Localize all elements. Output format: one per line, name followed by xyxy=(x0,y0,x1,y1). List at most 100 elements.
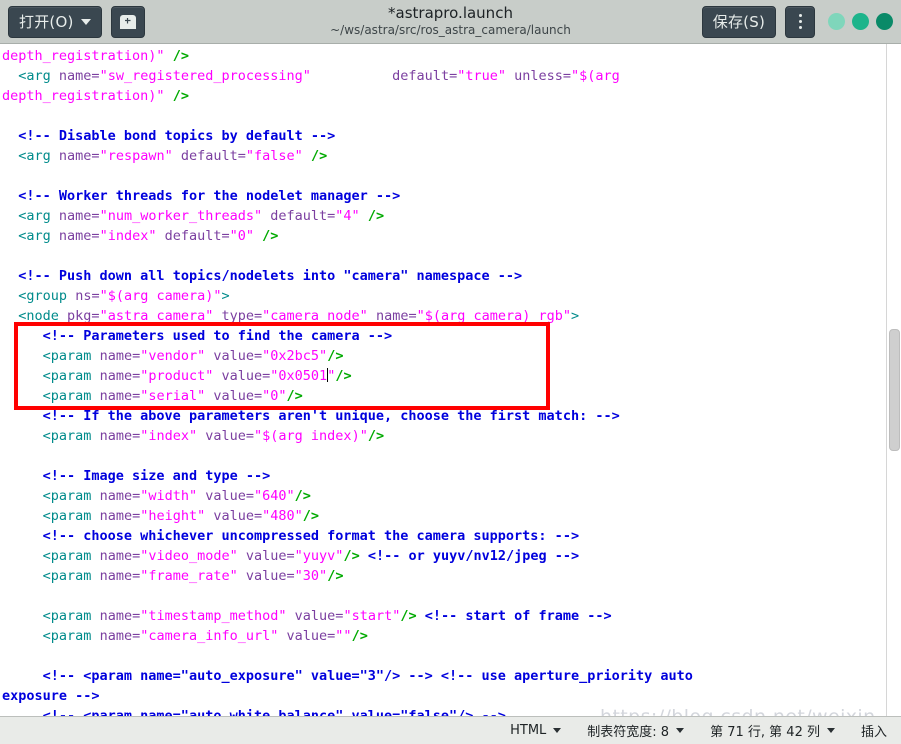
overflow-menu-button[interactable] xyxy=(785,5,815,38)
code-line: <arg name="num_worker_threads" default="… xyxy=(2,206,901,226)
code-token: <!-- Push down all topics/nodelets into … xyxy=(18,268,523,284)
open-button[interactable]: 打开(O) xyxy=(8,5,102,38)
close-window-dot[interactable] xyxy=(876,13,893,30)
code-token: /> xyxy=(351,628,368,644)
save-button[interactable]: 保存(S) xyxy=(701,5,776,38)
code-token: "camera_info_url" xyxy=(140,628,279,644)
code-token: value= xyxy=(213,388,263,404)
code-token: "$(arg camera)_rgb" xyxy=(416,308,572,324)
code-token: value= xyxy=(213,348,263,364)
code-token: <!-- Disable bond topics by default --> xyxy=(18,128,336,144)
code-line: <param name="vendor" value="0x2bc5"/> xyxy=(2,346,901,366)
code-token: value= xyxy=(205,488,255,504)
code-token: pkg= xyxy=(67,308,100,324)
code-token: /> xyxy=(327,568,344,584)
code-token: <param xyxy=(42,488,92,504)
titlebar-right-controls: 保存(S) xyxy=(701,5,893,38)
minimize-window-dot[interactable] xyxy=(828,13,845,30)
tab-width-selector[interactable]: 制表符宽度: 8 xyxy=(587,721,685,740)
code-token: default= xyxy=(164,228,230,244)
code-line: <!-- Disable bond topics by default --> xyxy=(2,126,901,146)
code-token: <!-- start of frame --> xyxy=(424,608,612,624)
code-token: <!-- Image size and type --> xyxy=(42,468,271,484)
code-token: <!-- Parameters used to find the camera … xyxy=(42,328,393,344)
cursor-position-selector[interactable]: 第 71 行, 第 42 列 xyxy=(710,721,835,740)
vertical-scrollbar[interactable] xyxy=(886,44,901,716)
code-token: <param xyxy=(42,608,92,624)
code-token: unless= xyxy=(514,68,572,84)
code-token: /> xyxy=(172,88,189,104)
code-token: /> xyxy=(262,228,279,244)
code-token: name= xyxy=(58,68,100,84)
code-token: name= xyxy=(99,608,141,624)
code-token: "video_mode" xyxy=(140,548,238,564)
code-line: <param name="frame_rate" value="30"/> xyxy=(2,566,901,586)
code-token: <!-- <param name="auto_white_balance" va… xyxy=(42,708,506,716)
code-token: "false" xyxy=(245,148,303,164)
editor-area[interactable]: depth_registration)" /> <arg name="sw_re… xyxy=(0,44,901,716)
code-token: "$(arg xyxy=(571,68,620,84)
code-line: exposure --> xyxy=(2,686,901,706)
code-line: <!-- choose whichever uncompressed forma… xyxy=(2,526,901,546)
code-line: <param name="camera_info_url" value=""/> xyxy=(2,626,901,646)
code-token: name= xyxy=(99,568,141,584)
code-token: <group xyxy=(18,288,68,304)
insert-mode-indicator[interactable]: 插入 xyxy=(861,721,887,740)
code-line: <!-- <param name="auto_white_balance" va… xyxy=(2,706,901,716)
code-token: > xyxy=(221,288,230,304)
maximize-window-dot[interactable] xyxy=(852,13,869,30)
vertical-scrollbar-thumb[interactable] xyxy=(889,329,900,451)
code-token: <arg xyxy=(18,68,51,84)
status-bar: HTML 制表符宽度: 8 第 71 行, 第 42 列 插入 xyxy=(0,716,901,744)
code-token: "camera_node" xyxy=(262,308,368,324)
code-token: "num_worker_threads" xyxy=(99,208,263,224)
code-token: name= xyxy=(99,428,141,444)
code-line: <param name="index" value="$(arg index)"… xyxy=(2,426,901,446)
language-selector[interactable]: HTML xyxy=(510,723,562,738)
code-token: "vendor" xyxy=(140,348,206,364)
new-document-button[interactable] xyxy=(110,5,145,38)
titlebar-left-controls: 打开(O) xyxy=(8,5,145,38)
code-text[interactable]: depth_registration)" /> <arg name="sw_re… xyxy=(0,44,901,716)
code-token: <param xyxy=(42,508,92,524)
code-line: <!-- Push down all topics/nodelets into … xyxy=(2,266,901,286)
code-token: "30" xyxy=(294,568,328,584)
code-token: /> xyxy=(327,348,344,364)
code-token: "$(arg index)" xyxy=(254,428,368,444)
code-line: <param name="video_mode" value="yuyv"/> … xyxy=(2,546,901,566)
code-token: "frame_rate" xyxy=(140,568,238,584)
code-token: <param xyxy=(42,428,92,444)
code-token: name= xyxy=(99,368,141,384)
code-token: value= xyxy=(221,368,271,384)
code-token: name= xyxy=(99,628,141,644)
code-token: "timestamp_method" xyxy=(140,608,287,624)
code-token: /> xyxy=(343,548,360,564)
